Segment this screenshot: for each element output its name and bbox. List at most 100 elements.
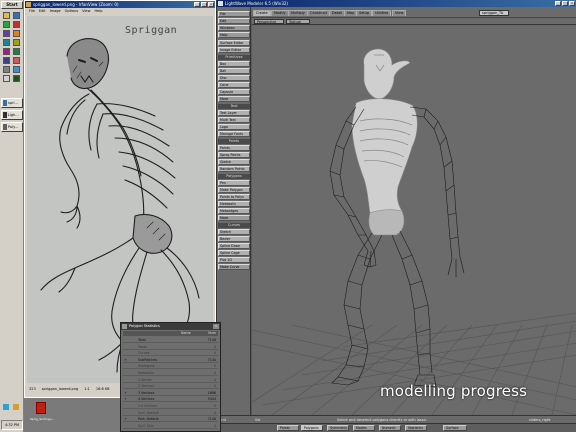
close-icon[interactable]: × <box>208 2 214 7</box>
table-row[interactable]: 2 Vertices 0 <box>123 383 218 390</box>
quicklaunch-app8-icon[interactable] <box>13 48 20 55</box>
object-layer-dropdown[interactable]: spriggan_TA <box>479 10 509 16</box>
table-row[interactable]: Surf: Skin 0 <box>123 423 218 429</box>
quicklaunch-app12-icon[interactable] <box>13 66 20 73</box>
tab-utilities[interactable]: Utilities <box>372 10 392 16</box>
tab-construct[interactable]: Construct <box>307 10 330 16</box>
maximize-icon[interactable]: □ <box>562 1 568 6</box>
close-icon[interactable]: × <box>213 324 219 329</box>
minimize-icon[interactable]: _ <box>555 1 561 6</box>
tool-file[interactable]: File <box>218 11 250 17</box>
table-row[interactable]: Skelegons 0 <box>123 363 218 370</box>
tab-multiply[interactable]: Multiply <box>288 10 308 16</box>
tool-disc[interactable]: Disc <box>218 75 250 81</box>
menu-image[interactable]: Image <box>50 8 61 14</box>
tool-plot-1d[interactable]: Plot 1D <box>218 257 250 263</box>
points-mode-button[interactable]: Points <box>277 425 299 431</box>
tab-view[interactable]: View <box>392 10 407 16</box>
tool-text-layer[interactable]: Text Layer <box>218 110 250 116</box>
tool-capsule[interactable]: Capsule <box>218 89 250 95</box>
table-row[interactable]: >4 Vertices 0 <box>123 403 218 409</box>
row-expand-toggle[interactable]: + <box>124 416 127 422</box>
tool-sketch-points[interactable]: Sketch <box>218 159 250 165</box>
viewport-view-select[interactable]: Perspective <box>254 19 284 24</box>
tool-logo[interactable]: Logo <box>218 124 250 130</box>
numeric-button[interactable]: Numeric <box>379 425 401 431</box>
table-row[interactable]: Metaballs 0 <box>123 370 218 376</box>
taskbar-task-lightwave[interactable]: Ligh... <box>1 110 23 120</box>
table-row[interactable]: Total 7140 <box>123 337 218 343</box>
row-expand-toggle[interactable]: + <box>124 396 127 402</box>
row-expand-toggle[interactable]: + <box>124 357 127 363</box>
tool-multi-text[interactable]: Multi Text <box>218 117 250 123</box>
quicklaunch-app13-icon[interactable] <box>3 75 10 82</box>
quicklaunch-app3-icon[interactable] <box>3 30 10 37</box>
quicklaunch-app7-icon[interactable] <box>3 48 10 55</box>
menu-file[interactable]: File <box>29 8 35 14</box>
minimize-icon[interactable]: _ <box>194 2 200 7</box>
polygons-mode-button[interactable]: Polygons <box>301 425 323 431</box>
menu-edit[interactable]: Edit <box>39 8 46 14</box>
tab-setup[interactable]: Setup <box>356 10 373 16</box>
quicklaunch-app9-icon[interactable] <box>3 57 10 64</box>
tool-manage-fonts[interactable]: Manage Fonts <box>218 131 250 137</box>
tool-metaballs[interactable]: Metaballs <box>218 201 250 207</box>
table-row[interactable]: Faces 0 <box>123 344 218 350</box>
tool-windows[interactable]: Windows <box>218 25 250 31</box>
quicklaunch-folder-icon[interactable] <box>3 12 10 19</box>
table-row[interactable]: + SubPatches 7140 <box>123 357 218 363</box>
quicklaunch-app4-icon[interactable] <box>13 30 20 37</box>
quicklaunch-app11-icon[interactable] <box>3 66 10 73</box>
close-icon[interactable]: × <box>569 1 575 6</box>
taskbar-task-polystats[interactable]: Poly... <box>1 122 23 132</box>
tool-spline-cage[interactable]: Spline Cage <box>218 250 250 256</box>
perspective-viewport[interactable] <box>252 25 576 415</box>
tool-ball[interactable]: Ball <box>218 68 250 74</box>
table-row[interactable]: Surf: Default 0 <box>123 410 218 416</box>
quicklaunch-app2-icon[interactable] <box>13 21 20 28</box>
quicklaunch-app14-icon[interactable] <box>13 75 20 82</box>
tool-random-points[interactable]: Random Points <box>218 166 250 172</box>
tray-network-icon[interactable] <box>3 404 9 410</box>
tool-make-polygon[interactable]: Make Polygon <box>218 187 250 193</box>
tool-pen[interactable]: Pen <box>218 180 250 186</box>
tool-sketch-curve[interactable]: Sketch <box>218 229 250 235</box>
menu-options[interactable]: Options <box>65 8 79 14</box>
viewer-titlebar[interactable]: spriggan_lowerd.png - IrfanView (Zoom: 0… <box>25 1 215 8</box>
table-row[interactable]: 1 Vertex 0 <box>123 377 218 383</box>
tool-points-to-polys[interactable]: Points to Polys <box>218 194 250 200</box>
tool-more-polygons[interactable]: More <box>218 215 250 221</box>
tool-cone[interactable]: Cone <box>218 82 250 88</box>
tab-create[interactable]: Create <box>253 10 271 16</box>
tool-edit[interactable]: Edit <box>218 18 250 24</box>
tool-more-primitives[interactable]: More <box>218 96 250 102</box>
tab-modify[interactable]: Modify <box>271 10 289 16</box>
polystats-titlebar[interactable]: Polygon Statistics × <box>121 323 220 330</box>
lightwave-titlebar[interactable]: LightWave Modeler 6.5 (Win32) _ □ × <box>217 0 576 7</box>
menu-help[interactable]: Help <box>94 8 102 14</box>
tool-bezier[interactable]: Bezier <box>218 236 250 242</box>
tool-spray-points[interactable]: Spray Points <box>218 152 250 158</box>
clock[interactable]: 4:32 PM <box>1 420 23 430</box>
quicklaunch-app5-icon[interactable] <box>3 39 10 46</box>
tool-metaedges[interactable]: Metaedges <box>218 208 250 214</box>
quicklaunch-app6-icon[interactable] <box>13 39 20 46</box>
taskbar-task-viewer[interactable]: spri... <box>1 98 23 108</box>
menu-view[interactable]: View <box>82 8 90 14</box>
table-row[interactable]: +3 Vertices 1696 <box>123 390 218 396</box>
maximize-icon[interactable]: □ <box>201 2 207 7</box>
row-expand-toggle[interactable]: + <box>124 390 127 396</box>
table-row[interactable]: Curves 0 <box>123 350 218 357</box>
tool-surface-editor[interactable]: Surface Editor <box>218 40 250 46</box>
surface-button[interactable]: Surface <box>443 425 467 431</box>
table-row[interactable]: +4 Vertices 5444 <box>123 396 218 403</box>
tool-help[interactable]: Help <box>218 32 250 38</box>
quicklaunch-browser-icon[interactable] <box>13 12 20 19</box>
statistics-button[interactable]: Statistics <box>405 425 427 431</box>
tool-points[interactable]: Points <box>218 145 250 151</box>
quicklaunch-app10-icon[interactable] <box>13 57 20 64</box>
start-button[interactable]: Start <box>1 1 23 9</box>
tool-spline-draw[interactable]: Spline Draw <box>218 243 250 249</box>
viewport-mode-select[interactable]: Texture <box>286 19 310 24</box>
table-row[interactable]: + Part: Default 7140 <box>123 416 218 423</box>
